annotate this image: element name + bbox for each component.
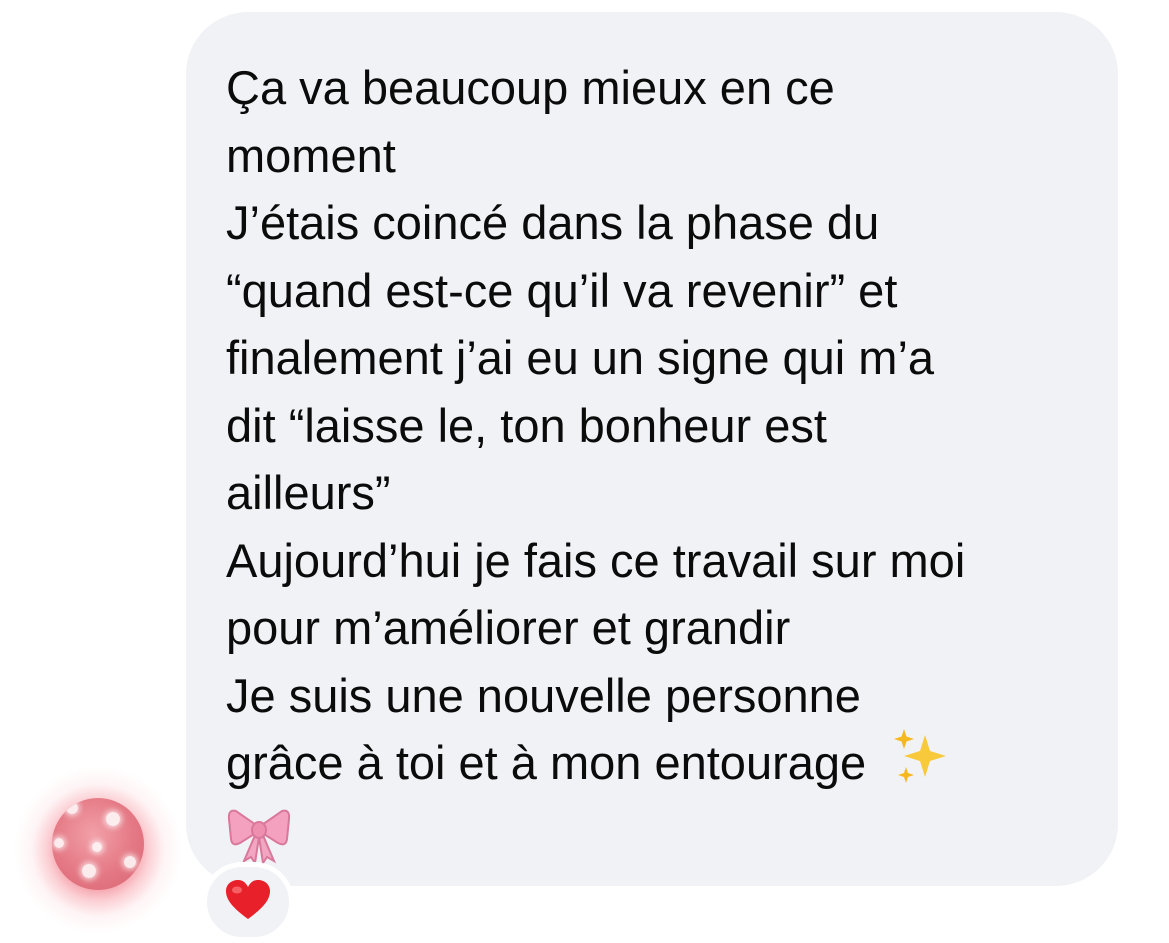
message-line-emoji-only [226,805,1098,883]
message-line: grâce à toi et à mon entourage [226,736,867,790]
message-line: ailleurs” [226,466,391,519]
avatar-sparkle [106,812,120,826]
message-line: moment [226,128,396,182]
reaction-badge[interactable] [202,862,294,942]
avatar-sparkle [66,802,78,814]
message-line: Ça va beaucoup mieux en ce [226,61,835,114]
message-line: Aujourd’hui je fais ce travail sur moi [226,533,966,587]
message-bubble[interactable]: Ça va beaucoup mieux en ce moment J’étai… [186,12,1118,886]
message-line: Je suis une nouvelle personne [226,668,861,722]
message-line: dit “laisse le, ton bonheur est [226,398,827,452]
message-line-with-emoji: grâce à toi et à mon entourage [226,729,1098,805]
sparkles-emoji [891,729,953,805]
avatar-sparkle [92,842,102,852]
avatar-sparkle [82,864,96,878]
dm-thread: Ça va beaucoup mieux en ce moment J’étai… [0,0,1169,943]
message-line: pour m’améliorer et grandir [226,601,791,654]
message-line: finalement j’ai eu un signe qui m’a [226,331,935,384]
avatar-sparkle [54,838,64,848]
red-heart-icon [225,879,271,926]
message-line: “quand est-ce qu’il va revenir” et [226,263,898,317]
sender-avatar[interactable] [52,798,144,890]
avatar-sparkle [124,856,136,868]
message-line: J’étais coincé dans la phase du [226,196,880,249]
